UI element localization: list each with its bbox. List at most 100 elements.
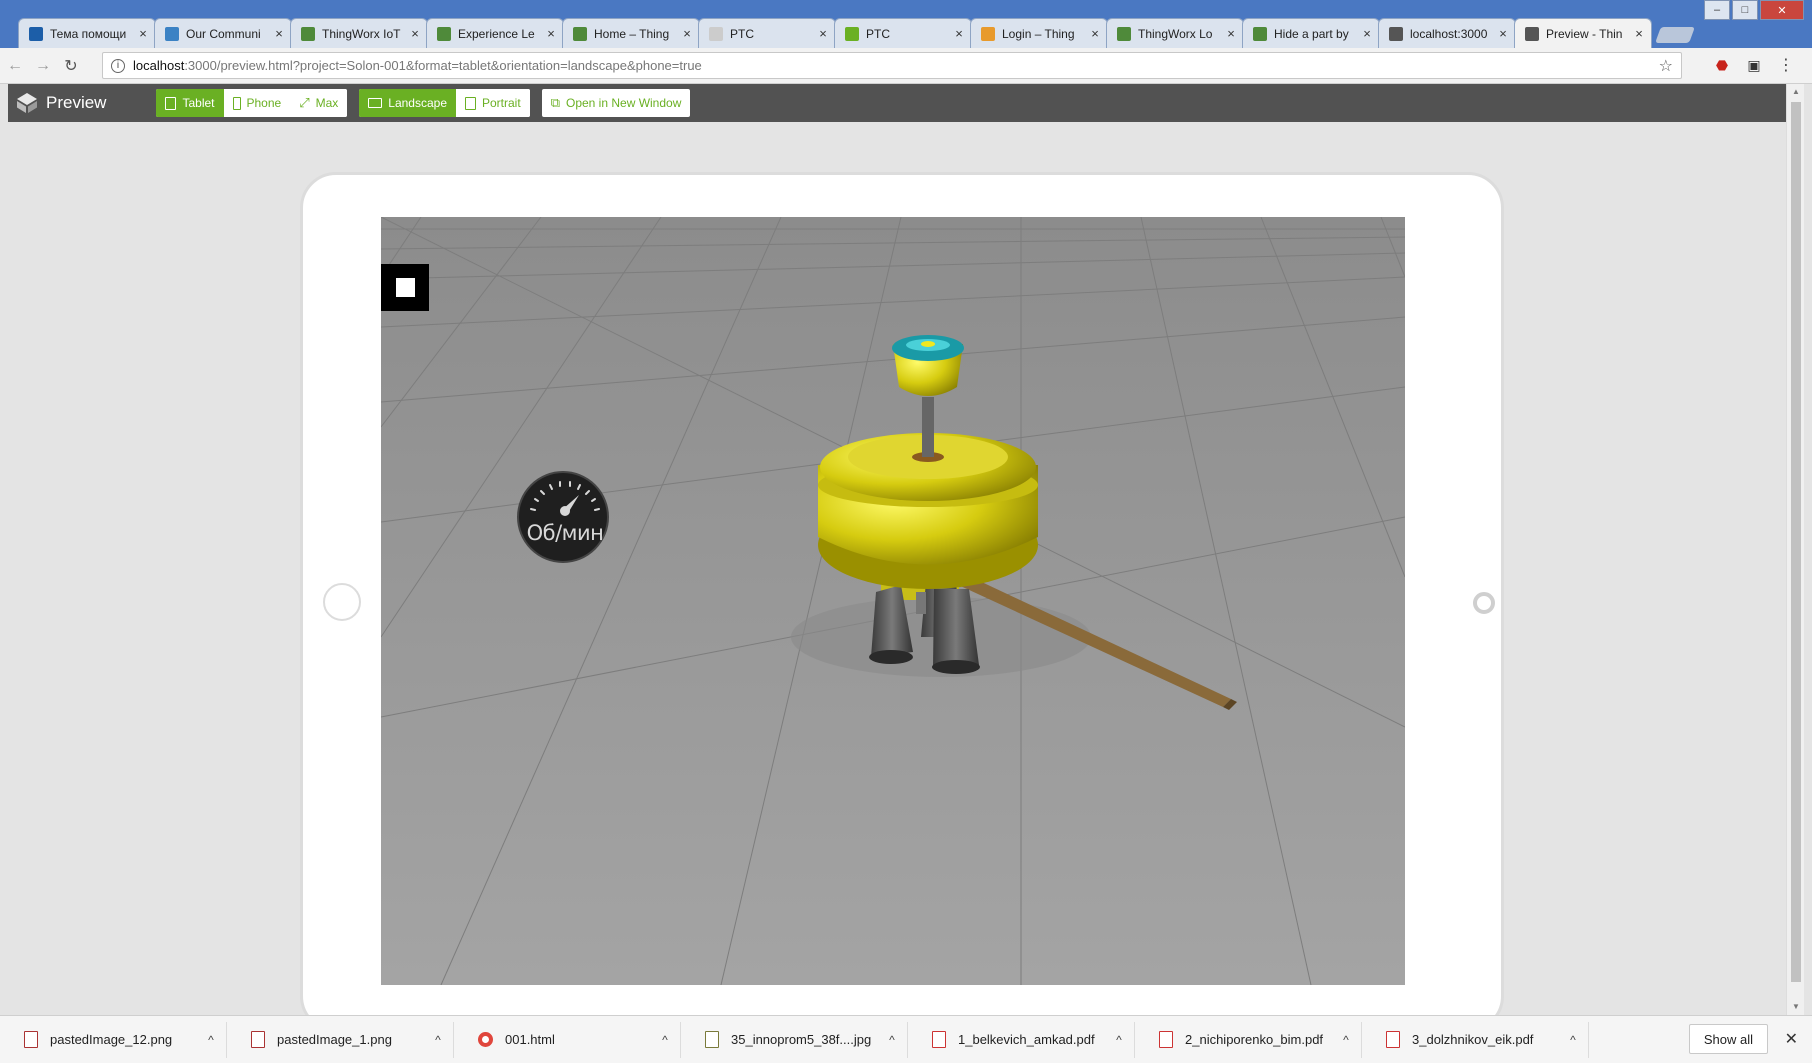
reload-button[interactable]: ↻ (58, 53, 84, 79)
tab-title: ThingWorx Lo (1138, 26, 1213, 41)
shaft-part (922, 397, 934, 457)
tab-close-icon[interactable]: × (545, 26, 557, 41)
tab-favicon-icon (845, 26, 859, 41)
max-label: Max (315, 96, 339, 110)
address-bar[interactable]: i localhost:3000/preview.html?project=So… (102, 52, 1682, 79)
new-tab-button[interactable] (1655, 27, 1695, 43)
chevron-up-icon[interactable]: ^ (1104, 1033, 1134, 1047)
tab-close-icon[interactable]: × (1633, 26, 1645, 41)
3d-viewport[interactable]: Об/мин (381, 217, 1405, 985)
phone-label: Phone (246, 96, 282, 110)
tab-favicon-icon (165, 26, 179, 41)
close-window-button[interactable]: ✕ (1760, 0, 1804, 20)
browser-tab[interactable]: PTC × (834, 18, 972, 48)
phone-button[interactable]: Phone (223, 89, 291, 117)
browser-tab[interactable]: Hide a part by × (1242, 18, 1380, 48)
extension-icon[interactable]: ▣ (1744, 55, 1764, 75)
browser-tab[interactable]: PTC × (698, 18, 836, 48)
back-button[interactable]: ← (2, 53, 28, 79)
browser-tab[interactable]: Login – Thing × (970, 18, 1108, 48)
chevron-up-icon[interactable]: ^ (877, 1033, 907, 1047)
tab-title: Experience Le (458, 26, 535, 41)
chevron-up-icon[interactable]: ^ (1558, 1033, 1588, 1047)
close-shelf-icon[interactable]: ✕ (1785, 1029, 1798, 1049)
download-item[interactable]: 001.html ^ (454, 1021, 681, 1058)
tablet-home-button (1473, 592, 1495, 614)
download-item[interactable]: 3_dolzhnikov_eik.pdf ^ (1362, 1021, 1589, 1058)
scroll-down-icon[interactable]: ▼ (1787, 999, 1805, 1015)
forward-button[interactable]: → (30, 53, 56, 79)
download-filename: pastedImage_1.png (277, 1032, 392, 1047)
chevron-up-icon[interactable]: ^ (1331, 1033, 1361, 1047)
download-filename: 3_dolzhnikov_eik.pdf (1412, 1032, 1534, 1047)
tab-favicon-icon (1117, 26, 1131, 41)
tab-favicon-icon (29, 26, 43, 41)
download-filename: pastedImage_12.png (50, 1032, 173, 1047)
download-item[interactable]: pastedImage_12.png ^ (0, 1021, 227, 1058)
browser-tab[interactable]: localhost:3000 × (1378, 18, 1516, 48)
tab-close-icon[interactable]: × (409, 26, 421, 41)
tab-favicon-icon (301, 26, 315, 41)
chevron-up-icon[interactable]: ^ (650, 1033, 680, 1047)
browser-tab[interactable]: ThingWorx IoT × (290, 18, 428, 48)
window-controls: – □ ✕ (1702, 0, 1804, 20)
download-item[interactable]: pastedImage_1.png ^ (227, 1021, 454, 1058)
tab-close-icon[interactable]: × (273, 26, 285, 41)
scrollbar-thumb[interactable] (1791, 102, 1801, 982)
download-item[interactable]: 35_innoprom5_38f....jpg ^ (681, 1021, 908, 1058)
rpm-gauge-button[interactable]: Об/мин (517, 471, 609, 563)
landscape-label: Landscape (388, 96, 447, 110)
stop-button[interactable] (381, 264, 429, 311)
browser-tab[interactable]: Experience Le × (426, 18, 564, 48)
tab-close-icon[interactable]: × (681, 26, 693, 41)
browser-tab-strip: Тема помощи × Our Communi × ThingWorx IoT × Ex… (0, 0, 1812, 48)
browser-tab[interactable]: Preview - Thin × (1514, 18, 1652, 48)
top-cap-part (892, 335, 964, 396)
tab-title: ThingWorx IoT (322, 26, 401, 41)
maximize-button[interactable]: □ (1732, 0, 1758, 20)
3d-scene (381, 217, 1405, 985)
portrait-button[interactable]: Portrait (456, 89, 530, 117)
minimize-button[interactable]: – (1704, 0, 1730, 20)
tab-close-icon[interactable]: × (817, 26, 829, 41)
acrobat-extension-icon[interactable]: ⬣ (1712, 55, 1732, 75)
scroll-up-icon[interactable]: ▲ (1787, 84, 1805, 100)
bookmark-star-icon[interactable]: ☆ (1659, 56, 1673, 76)
stop-icon (395, 278, 415, 297)
show-all-downloads-button[interactable]: Show all (1688, 1024, 1768, 1054)
tab-title: PTC (730, 26, 754, 41)
phone-icon (232, 96, 241, 110)
tab-favicon-icon (1253, 26, 1267, 41)
rpm-gauge-label: Об/мин (526, 521, 604, 545)
tab-close-icon[interactable]: × (953, 26, 965, 41)
open-new-window-group: ⧉ Open in New Window (541, 89, 691, 117)
browser-tab[interactable]: Home – Thing × (562, 18, 700, 48)
tab-title: Our Communi (186, 26, 261, 41)
pdf-file-icon (1386, 1031, 1400, 1048)
download-item[interactable]: 2_nichiporenko_bim.pdf ^ (1135, 1021, 1362, 1058)
tab-close-icon[interactable]: × (1361, 26, 1373, 41)
tab-close-icon[interactable]: × (137, 26, 149, 41)
tab-favicon-icon (437, 26, 451, 41)
open-new-window-button[interactable]: ⧉ Open in New Window (541, 89, 691, 117)
landscape-button[interactable]: Landscape (359, 89, 456, 117)
arrow-left-icon: ← (7, 56, 23, 74)
tablet-icon (165, 96, 177, 110)
browser-tab[interactable]: Тема помощи × (18, 18, 156, 48)
preview-logo: Preview (16, 92, 106, 114)
tab-close-icon[interactable]: × (1497, 26, 1509, 41)
page-scrollbar[interactable]: ▲ ▼ (1786, 84, 1804, 1015)
downloads-shelf: pastedImage_12.png ^ pastedImage_1.png ^ 001… (0, 1015, 1812, 1063)
chevron-up-icon[interactable]: ^ (423, 1033, 453, 1047)
info-icon[interactable]: i (111, 58, 125, 73)
max-button[interactable]: ⤢ Max (290, 89, 348, 117)
tab-close-icon[interactable]: × (1225, 26, 1237, 41)
chevron-up-icon[interactable]: ^ (196, 1033, 226, 1047)
browser-tab[interactable]: ThingWorx Lo × (1106, 18, 1244, 48)
tab-close-icon[interactable]: × (1089, 26, 1101, 41)
tablet-button[interactable]: Tablet (156, 89, 224, 117)
menu-kebab-icon[interactable]: ⋮ (1776, 55, 1796, 75)
tablet-label: Tablet (182, 96, 215, 110)
download-item[interactable]: 1_belkevich_amkad.pdf ^ (908, 1021, 1135, 1058)
browser-tab[interactable]: Our Communi × (154, 18, 292, 48)
